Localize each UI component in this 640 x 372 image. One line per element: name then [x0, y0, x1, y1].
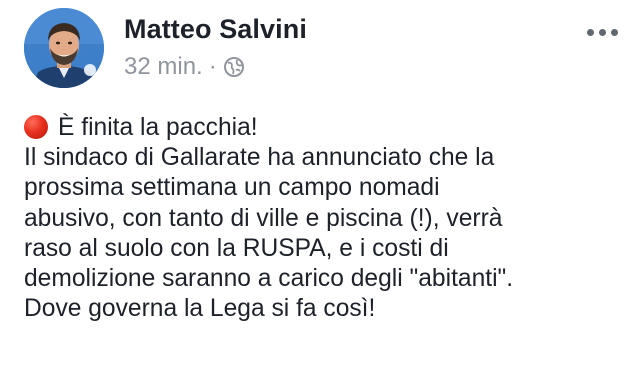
facebook-post: Matteo Salvini 32 min. · È finita la pac… [0, 0, 640, 372]
post-timestamp[interactable]: 32 min. [124, 53, 203, 81]
post-text-line: prossima settimana un campo nomadi [24, 174, 440, 202]
post-text-line: Il sindaco di Gallarate ha annunciato ch… [24, 144, 495, 172]
post-body: È finita la pacchia! Il sindaco di Galla… [24, 113, 632, 324]
post-text-line: Dove governa la Lega si fa così! [24, 295, 376, 323]
meta-separator: · [208, 53, 217, 80]
post-text-line: raso al suolo con la RUSPA, e i costi di [24, 234, 449, 262]
more-options-icon[interactable] [582, 20, 622, 44]
more-dot [610, 28, 618, 36]
author-name-link[interactable]: Matteo Salvini [124, 14, 307, 45]
post-text-line: È finita la pacchia! [24, 113, 632, 143]
post-text-line: abusivo, con tanto di ville e piscina (!… [24, 204, 503, 232]
post-meta: 32 min. · [124, 53, 245, 81]
profile-photo [24, 8, 104, 88]
post-headline: È finita la pacchia! [58, 114, 258, 141]
post-text-line: demolizione saranno a carico degli "abit… [24, 265, 514, 293]
author-avatar[interactable] [24, 8, 104, 88]
more-dot [598, 28, 606, 36]
red-circle-icon [24, 115, 48, 139]
more-dot [586, 28, 594, 36]
globe-icon[interactable] [223, 56, 245, 78]
